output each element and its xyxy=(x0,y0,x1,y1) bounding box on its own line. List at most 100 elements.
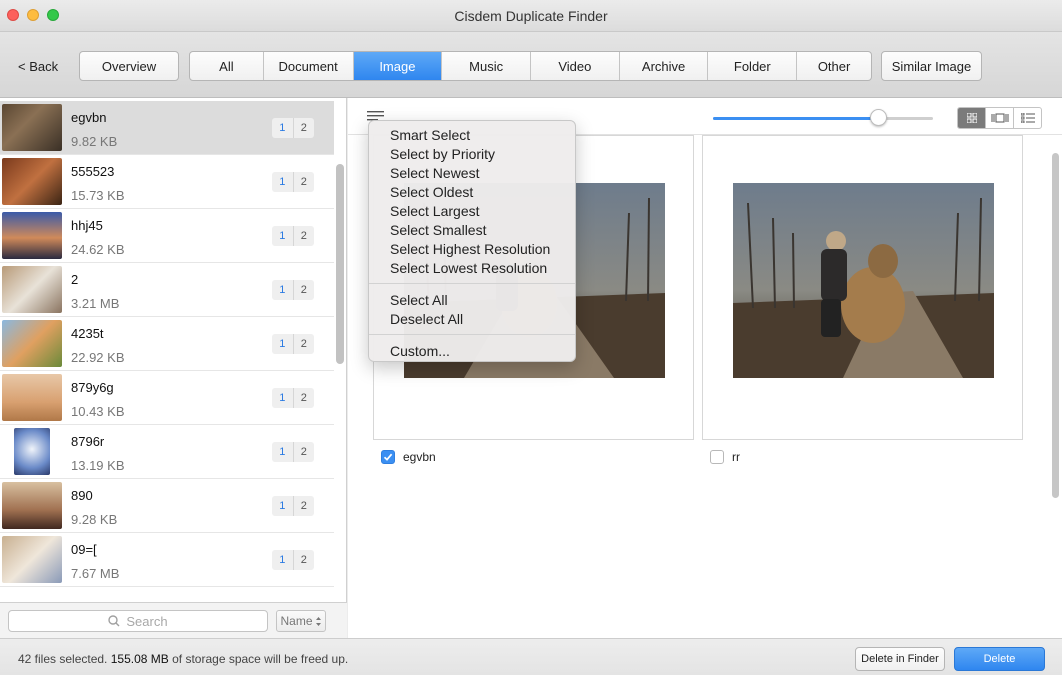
duplicate-count-badge: 12 xyxy=(272,496,314,516)
menu-item-select-largest[interactable]: Select Largest xyxy=(369,201,575,220)
close-window-button[interactable] xyxy=(7,9,19,21)
similar-image-button[interactable]: Similar Image xyxy=(881,51,982,81)
list-scrollbar[interactable] xyxy=(336,164,344,364)
list-item[interactable]: 4235t 22.92 KB 12 xyxy=(0,317,334,371)
zoom-slider-fill xyxy=(713,117,878,120)
sort-select[interactable]: Name xyxy=(276,610,326,632)
thumbnail-image xyxy=(2,482,62,529)
menu-item-select-all[interactable]: Select All xyxy=(369,290,575,309)
selection-menu: Smart Select Select by Priority Select N… xyxy=(368,120,576,362)
menu-item-select-newest[interactable]: Select Newest xyxy=(369,163,575,182)
tab-archive[interactable]: Archive xyxy=(620,52,709,80)
item-name: 555523 xyxy=(71,164,115,179)
delete-button[interactable]: Delete xyxy=(954,647,1045,671)
thumbnail-image xyxy=(2,212,62,259)
list-item[interactable]: hhj45 24.62 KB 12 xyxy=(0,209,334,263)
thumbnail-image xyxy=(2,320,62,367)
selected-count: 42 files selected. xyxy=(18,652,108,666)
duplicate-group-list[interactable]: egvbn 9.82 KB 12 555523 15.73 KB 12 hhj4… xyxy=(0,101,334,601)
grid-view-icon xyxy=(966,113,977,123)
card-file-name: rr xyxy=(732,450,740,464)
card-checkbox[interactable] xyxy=(381,450,395,464)
tab-folder[interactable]: Folder xyxy=(708,52,798,80)
menu-item-custom[interactable]: Custom... xyxy=(369,341,575,360)
card-select-row[interactable]: egvbn xyxy=(381,450,436,464)
item-name: 2 xyxy=(71,272,79,287)
item-size: 10.43 KB xyxy=(71,404,125,419)
list-item[interactable]: 8796r 13.19 KB 12 xyxy=(0,425,334,479)
preview-photo xyxy=(733,183,994,378)
zoom-slider[interactable] xyxy=(713,117,933,120)
tab-document[interactable]: Document xyxy=(264,52,354,80)
duplicate-group-list-panel: egvbn 9.82 KB 12 555523 15.73 KB 12 hhj4… xyxy=(0,98,347,638)
item-name: 09=[ xyxy=(71,542,97,557)
zoom-window-button[interactable] xyxy=(47,9,59,21)
freed-size: 155.08 MB xyxy=(110,652,169,666)
card-file-name: egvbn xyxy=(403,450,436,464)
window-title: Cisdem Duplicate Finder xyxy=(454,7,608,24)
menu-item-select-smallest[interactable]: Select Smallest xyxy=(369,220,575,239)
item-size: 7.67 MB xyxy=(71,566,120,581)
status-bar: 42 files selected. 155.08 MB of storage … xyxy=(0,638,1062,675)
back-button[interactable]: < Back xyxy=(18,59,58,74)
tab-all[interactable]: All xyxy=(190,52,264,80)
thumbnail-image xyxy=(2,374,62,421)
window-controls xyxy=(7,9,59,21)
list-view-button[interactable] xyxy=(1014,108,1041,128)
menu-item-select-by-priority[interactable]: Select by Priority xyxy=(369,144,575,163)
thumbnail-image xyxy=(2,536,62,583)
filmstrip-view-button[interactable] xyxy=(986,108,1014,128)
list-item[interactable]: 555523 15.73 KB 12 xyxy=(0,155,334,209)
status-suffix: of storage space will be freed up. xyxy=(172,652,349,666)
grid-view-button[interactable] xyxy=(958,108,986,128)
toolbar: < Back Overview All Document Image Music… xyxy=(0,32,1062,98)
zoom-slider-knob[interactable] xyxy=(870,109,887,126)
list-item[interactable]: 2 3.21 MB 12 xyxy=(0,263,334,317)
duplicate-count-badge: 12 xyxy=(272,550,314,570)
search-bar: Search Name xyxy=(0,602,347,638)
tab-music[interactable]: Music xyxy=(442,52,531,80)
menu-item-select-highest-resolution[interactable]: Select Highest Resolution xyxy=(369,239,575,258)
updown-arrows-icon xyxy=(315,616,321,626)
duplicate-count-badge: 12 xyxy=(272,442,314,462)
preview-scrollbar[interactable] xyxy=(1052,153,1059,498)
item-size: 3.21 MB xyxy=(71,296,120,311)
image-preview-card[interactable] xyxy=(702,135,1023,440)
menu-item-select-oldest[interactable]: Select Oldest xyxy=(369,182,575,201)
item-size: 13.19 KB xyxy=(71,458,125,473)
list-item[interactable]: 879y6g 10.43 KB 12 xyxy=(0,371,334,425)
filmstrip-view-icon xyxy=(991,113,1008,123)
menu-item-deselect-all[interactable]: Deselect All xyxy=(369,309,575,328)
search-input[interactable]: Search xyxy=(8,610,268,632)
menu-item-smart-select[interactable]: Smart Select xyxy=(369,125,575,144)
menu-separator xyxy=(369,334,575,335)
selection-status: 42 files selected. 155.08 MB of storage … xyxy=(18,652,348,666)
tab-video[interactable]: Video xyxy=(531,52,620,80)
card-checkbox[interactable] xyxy=(710,450,724,464)
delete-in-finder-button[interactable]: Delete in Finder xyxy=(855,647,945,671)
item-name: egvbn xyxy=(71,110,107,125)
duplicate-count-badge: 12 xyxy=(272,280,314,300)
duplicate-count-badge: 12 xyxy=(272,118,314,138)
item-name: 890 xyxy=(71,488,93,503)
menu-separator xyxy=(369,283,575,284)
duplicate-count-badge: 12 xyxy=(272,334,314,354)
item-name: hhj45 xyxy=(71,218,103,233)
list-item[interactable]: egvbn 9.82 KB 12 xyxy=(0,101,334,155)
list-item[interactable]: 890 9.28 KB 12 xyxy=(0,479,334,533)
tab-image[interactable]: Image xyxy=(353,52,443,80)
list-view-icon xyxy=(1020,113,1035,123)
search-icon xyxy=(108,615,120,627)
card-select-row[interactable]: rr xyxy=(710,450,740,464)
duplicate-count-badge: 12 xyxy=(272,226,314,246)
overview-button[interactable]: Overview xyxy=(79,51,179,81)
item-size: 24.62 KB xyxy=(71,242,125,257)
thumbnail-image xyxy=(2,104,62,151)
menu-item-select-lowest-resolution[interactable]: Select Lowest Resolution xyxy=(369,258,575,277)
duplicate-count-badge: 12 xyxy=(272,172,314,192)
item-size: 22.92 KB xyxy=(71,350,125,365)
minimize-window-button[interactable] xyxy=(27,9,39,21)
list-item[interactable]: 09=[ 7.67 MB 12 xyxy=(0,533,334,587)
tab-other[interactable]: Other xyxy=(797,52,871,80)
view-mode-switch xyxy=(957,107,1042,129)
